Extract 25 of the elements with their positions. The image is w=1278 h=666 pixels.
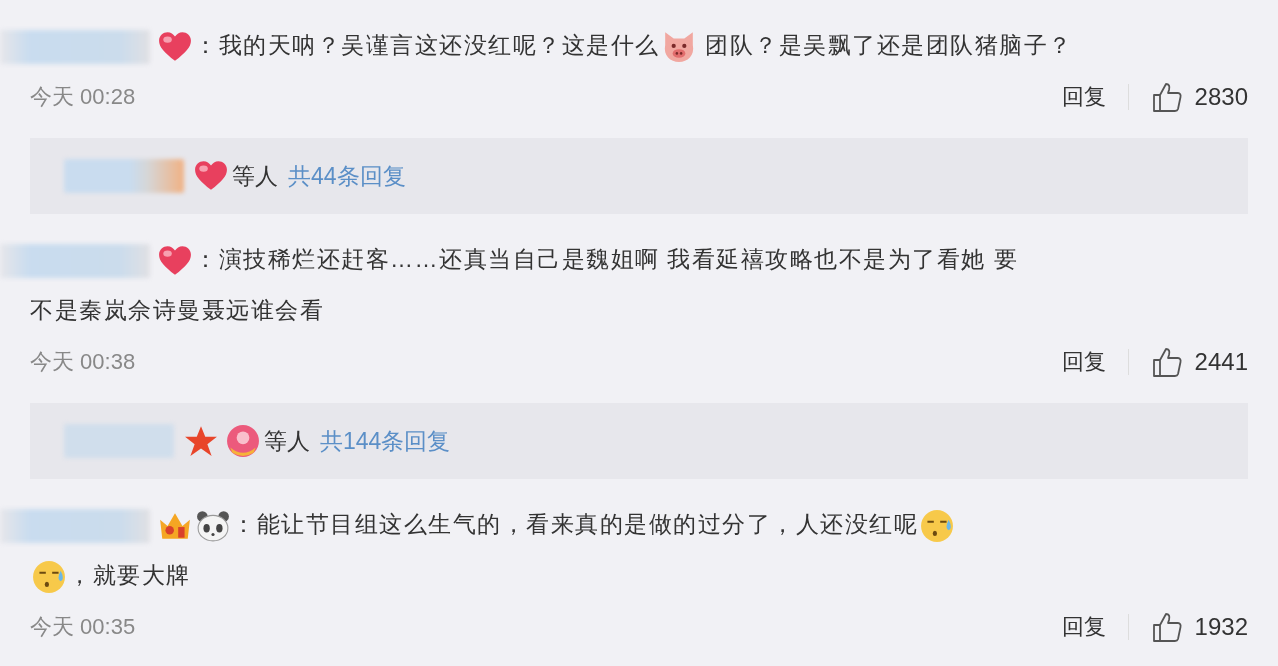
comment-text: ，就要大牌 <box>68 562 191 588</box>
reply-link[interactable]: 回复 <box>1061 611 1106 642</box>
thumbs-up-icon[interactable] <box>1150 80 1183 113</box>
thumbs-up-icon[interactable] <box>1150 345 1183 378</box>
like-count: 2830 <box>1194 82 1248 111</box>
reply-link[interactable]: 回复 <box>1061 346 1106 377</box>
reply-users-text: 等人 <box>264 426 310 456</box>
reply-link[interactable]: 回复 <box>1061 81 1106 112</box>
like-count: 1932 <box>1194 612 1248 641</box>
comment-text: ：演技稀烂还赶客……还真当自己是魏姐啊 我看延禧攻略也不是为了看她 要 <box>194 246 1019 272</box>
comment-text: 团队？是吴飘了还是团队猪脑子？ <box>704 32 1073 58</box>
sweat-face-icon <box>920 508 954 543</box>
comment-time: 今天 00:28 <box>30 82 137 111</box>
like-count: 2441 <box>1194 347 1248 376</box>
reply-users-text: 等人 <box>232 161 278 191</box>
round-badge-icon <box>226 424 260 458</box>
panda-icon <box>196 508 230 543</box>
sweat-face-icon <box>32 559 66 594</box>
comment-time: 今天 00:38 <box>30 347 137 376</box>
comment-text: ：我的天呐？吴谨言这还没红呢？这是什么 <box>194 32 660 58</box>
star-icon <box>184 424 218 458</box>
thumbs-up-icon[interactable] <box>1150 610 1183 643</box>
comment-text: 不是秦岚佘诗曼聂远谁会看 <box>30 297 324 323</box>
comment-text: ：能让节目组这么生气的，看来真的是做的过分了，人还没红呢 <box>232 511 918 537</box>
comment-time: 今天 00:35 <box>30 612 137 641</box>
